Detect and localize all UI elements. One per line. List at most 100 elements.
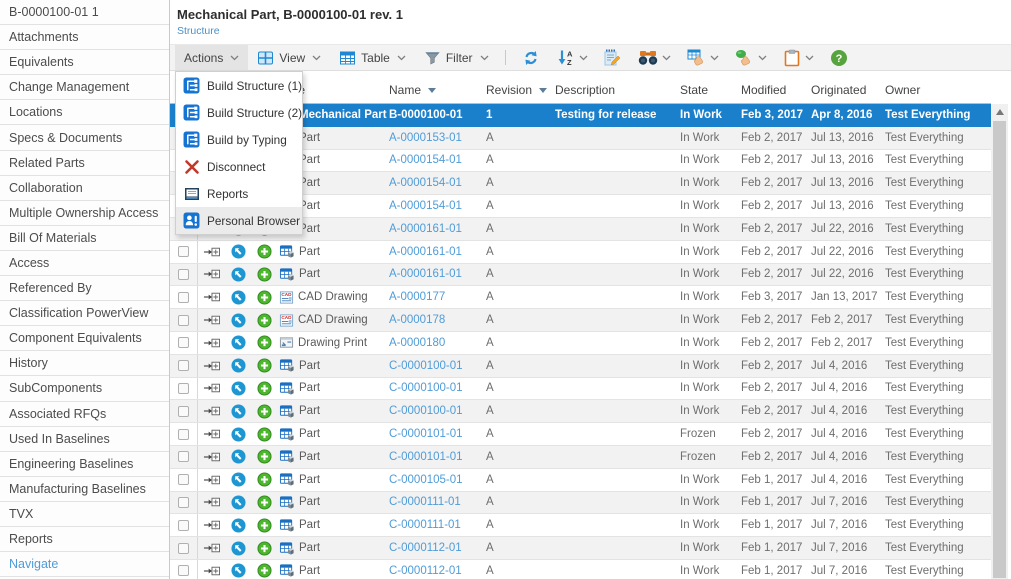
row-checkbox[interactable] [178,406,189,417]
row-checkbox[interactable] [178,497,189,508]
table-row[interactable]: PartC-0000112-01AIn WorkFeb 1, 2017Jul 7… [170,560,991,579]
filter-menu-button[interactable]: Filter [415,45,498,70]
sort-az-button[interactable]: AZ [549,45,596,70]
expand-structure-icon[interactable] [203,381,220,395]
row-checkbox[interactable] [178,292,189,303]
menu-item[interactable]: Disconnect [176,153,302,180]
row-checkbox[interactable] [178,315,189,326]
table-select-button[interactable] [679,45,727,70]
table-row[interactable]: PartC-0000111-01AIn WorkFeb 1, 2017Jul 7… [170,514,991,537]
find-button[interactable] [630,45,679,70]
goto-icon[interactable] [231,335,246,350]
sidebar-item[interactable]: Bill Of Materials [0,226,169,251]
goto-icon[interactable] [231,244,246,259]
goto-icon[interactable] [231,541,246,556]
column-header-orig[interactable]: Originated [809,77,885,103]
name-link[interactable]: C-0000111-01 [389,519,461,531]
table-row[interactable]: PartC-0000101-01AFrozenFeb 2, 2017Jul 4,… [170,446,991,469]
expand-structure-icon[interactable] [203,404,220,418]
sidebar-item[interactable]: Reports [0,527,169,552]
table-row[interactable]: PartC-0000100-01AIn WorkFeb 2, 2017Jul 4… [170,400,991,423]
sidebar-item[interactable]: B-0000100-01 1 [0,0,169,25]
expand-structure-icon[interactable] [203,427,220,441]
sidebar-item[interactable]: Specs & Documents [0,125,169,150]
table-row[interactable]: PartC-0000111-01AIn WorkFeb 1, 2017Jul 7… [170,492,991,515]
name-link[interactable]: A-0000153-01 [389,132,462,144]
name-link[interactable]: C-0000100-01 [389,360,463,372]
add-child-icon[interactable] [257,427,272,442]
add-child-icon[interactable] [257,290,272,305]
menu-item[interactable]: Build Structure (2) [176,99,302,126]
add-child-icon[interactable] [257,404,272,419]
add-child-icon[interactable] [257,267,272,282]
sidebar-item[interactable]: Attachments [0,25,169,50]
row-checkbox[interactable] [178,383,189,394]
sort-indicator-icon[interactable] [428,88,436,93]
expand-structure-icon[interactable] [203,450,220,464]
sidebar-item[interactable]: Related Parts [0,151,169,176]
add-child-icon[interactable] [257,244,272,259]
name-link[interactable]: A-0000154-01 [389,177,462,189]
sidebar-item[interactable]: Locations [0,100,169,125]
goto-icon[interactable] [231,267,246,282]
sidebar-item[interactable]: Navigate [0,552,169,577]
table-row[interactable]: CADCAD DrawingA-0000177AIn WorkFeb 3, 20… [170,286,991,309]
table-row[interactable]: PartC-0000112-01AIn WorkFeb 1, 2017Jul 7… [170,537,991,560]
name-link[interactable]: C-0000101-01 [389,451,463,463]
menu-item[interactable]: Personal Browser [176,207,302,234]
sidebar-item[interactable]: Associated RFQs [0,402,169,427]
actions-menu-button[interactable]: Actions [175,45,248,70]
goto-icon[interactable] [231,449,246,464]
name-link[interactable]: C-0000112-01 [389,565,462,577]
expand-structure-icon[interactable] [203,245,220,259]
add-child-icon[interactable] [257,358,272,373]
goto-icon[interactable] [231,563,246,578]
row-checkbox[interactable] [178,246,189,257]
row-checkbox[interactable] [178,543,189,554]
add-child-icon[interactable] [257,472,272,487]
add-child-icon[interactable] [257,563,272,578]
name-link[interactable]: A-0000161-01 [389,223,462,235]
table-row[interactable]: PartC-0000105-01AIn WorkFeb 1, 2017Jul 4… [170,469,991,492]
row-checkbox[interactable] [178,451,189,462]
sidebar-item[interactable]: Manufacturing Baselines [0,477,169,502]
sidebar-item[interactable]: SubComponents [0,376,169,401]
table-row[interactable]: PartA-0000161-01AIn WorkFeb 2, 2017Jul 2… [170,264,991,287]
add-child-icon[interactable] [257,313,272,328]
column-header-rev[interactable]: Revision [481,77,553,103]
sidebar-item[interactable]: Collaboration [0,176,169,201]
row-checkbox[interactable] [178,520,189,531]
sidebar-item[interactable]: History [0,351,169,376]
name-link[interactable]: A-0000154-01 [389,200,462,212]
column-header-state[interactable]: State [677,77,739,103]
sidebar-item[interactable]: Component Equivalents [0,326,169,351]
column-header-own[interactable]: Owner [885,77,991,103]
expand-structure-icon[interactable] [203,518,220,532]
scroll-up-button[interactable] [991,104,1008,120]
structure-link[interactable]: Structure [177,25,220,37]
goto-icon[interactable] [231,404,246,419]
edit-button[interactable] [596,45,630,70]
column-header-name[interactable]: Name [389,77,481,103]
goto-icon[interactable] [231,381,246,396]
view-menu-button[interactable]: View [248,45,330,70]
scrollbar-thumb[interactable] [993,121,1006,578]
expand-structure-icon[interactable] [203,564,220,578]
row-checkbox[interactable] [178,337,189,348]
vertical-scrollbar[interactable] [991,104,1008,579]
goto-icon[interactable] [231,358,246,373]
name-link[interactable]: C-0000101-01 [389,428,463,440]
table-row[interactable]: Drawing PrintA-0000180AIn WorkFeb 2, 201… [170,332,991,355]
name-link[interactable]: C-0000100-01 [389,405,463,417]
add-child-icon[interactable] [257,495,272,510]
name-link[interactable]: A-0000154-01 [389,154,462,166]
help-button[interactable]: ? [822,45,856,70]
expand-structure-icon[interactable] [203,313,220,327]
name-link[interactable]: C-0000112-01 [389,542,462,554]
column-header-mod[interactable]: Modified [739,77,809,103]
expand-structure-icon[interactable] [203,336,220,350]
clipboard-button[interactable] [775,45,822,70]
sort-indicator-icon[interactable] [539,88,547,93]
name-link[interactable]: C-0000100-01 [389,382,463,394]
name-link[interactable]: A-0000161-01 [389,268,462,280]
